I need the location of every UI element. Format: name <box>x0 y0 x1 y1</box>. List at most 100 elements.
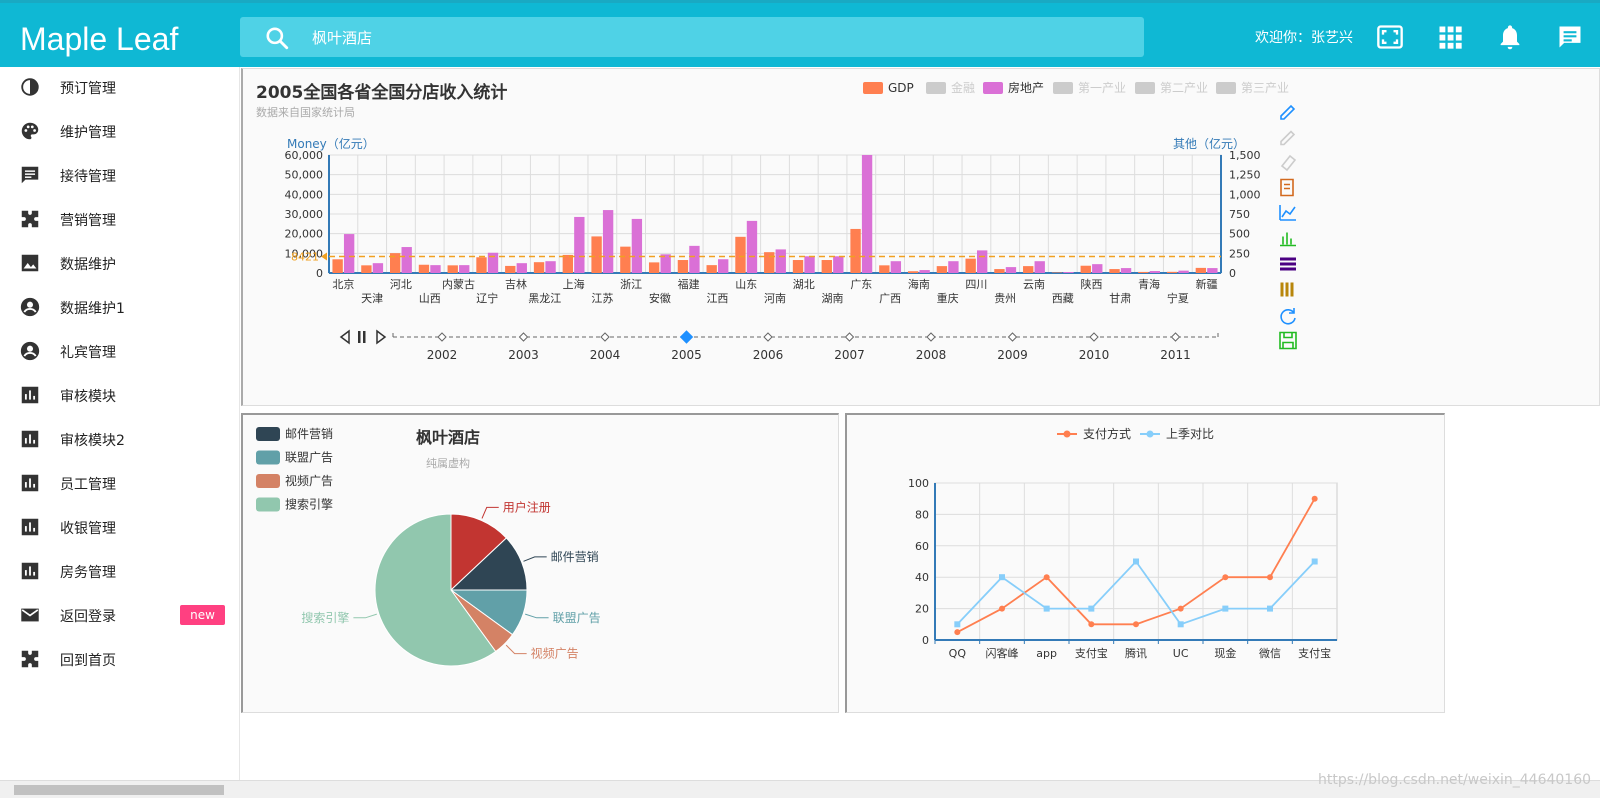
sidebar-item-cashier[interactable]: 收银管理 <box>0 507 240 547</box>
bar-GDP <box>965 258 976 273</box>
chart-toolbox[interactable] <box>1279 104 1297 350</box>
bar-房地产 <box>804 256 815 273</box>
sidebar-item-label: 接待管理 <box>60 169 116 185</box>
y-tick-label: 60,000 <box>285 149 324 162</box>
sidebar-item-back-to-login[interactable]: 返回登录 new <box>0 595 240 635</box>
sidebar-item-label: 员工管理 <box>60 477 116 493</box>
bar-房地产 <box>545 261 556 273</box>
line-point <box>1222 605 1229 612</box>
legend-label: 视频广告 <box>285 473 333 488</box>
legend-label: 金融 <box>951 80 975 95</box>
x-tick-label: 贵州 <box>994 292 1016 305</box>
bar-GDP <box>505 265 516 273</box>
x-tick-label: 湖北 <box>793 278 815 291</box>
legend-label: 第三产业 <box>1241 81 1289 95</box>
sidebar-item-staff[interactable]: 员工管理 <box>0 463 240 503</box>
sidebar-item-data-maintenance[interactable]: 数据维护 <box>0 243 240 283</box>
line-point <box>1222 574 1229 581</box>
sidebar-item-marketing[interactable]: 营销管理 <box>0 199 240 239</box>
bar-房地产 <box>574 216 585 273</box>
line-point <box>1043 605 1050 612</box>
pie-label: 视频广告 <box>531 646 579 661</box>
search-input[interactable]: 枫叶酒店 <box>312 27 372 48</box>
pie-label: 邮件营销 <box>551 550 599 564</box>
sidebar-item-concierge[interactable]: 礼宾管理 <box>0 331 240 371</box>
pie-chart[interactable]: 邮件营销联盟广告视频广告搜索引擎 枫叶酒店 纯属虚构 用户注册邮件营销联盟广告视… <box>243 415 839 713</box>
legend-label: 搜索引擎 <box>285 497 333 512</box>
bar-房地产 <box>343 234 355 273</box>
x-tick-label: 河南 <box>764 292 786 305</box>
timeline-point <box>1089 332 1099 342</box>
sidebar-item-housekeeping[interactable]: 房务管理 <box>0 551 240 591</box>
bar-GDP <box>332 259 343 273</box>
y-tick-label: 0 <box>316 267 323 280</box>
legend-marker <box>1063 430 1071 438</box>
bar-GDP <box>1195 267 1207 273</box>
timeline[interactable]: 2002 2003 2004 2005 2006 2007 2008 2009 2010 2011 <box>339 329 1219 362</box>
bar-房地产 <box>833 256 844 273</box>
bar-GDP <box>361 265 372 273</box>
sidebar-item-audit-2[interactable]: 审核模块2 <box>0 419 240 459</box>
bar-GDP <box>1138 271 1149 273</box>
pie-label-line <box>353 613 377 619</box>
mail-icon <box>21 608 39 622</box>
search-box[interactable]: 枫叶酒店 <box>240 17 1144 57</box>
bar-GDP <box>792 260 804 273</box>
bar-房地产 <box>1120 268 1132 273</box>
x-tick-label: 陕西 <box>1081 277 1103 291</box>
x-tick-label: 重庆 <box>937 291 959 305</box>
legend-swatch <box>256 427 280 441</box>
income-bar-chart-panel: 2005全国各省全国分店收入统计 数据来自国家统计局 GDP 金融 房地产 第一产业 第… <box>241 68 1600 406</box>
x-tick-label: 河北 <box>390 278 412 291</box>
x-tick-label: 上海 <box>563 277 585 291</box>
apps-grid-icon[interactable] <box>1436 23 1464 51</box>
sidebar-item-reception[interactable]: 接待管理 <box>0 155 240 195</box>
bell-icon[interactable] <box>1496 23 1524 51</box>
sidebar-item-audit[interactable]: 审核模块 <box>0 375 240 415</box>
timeline-year: 2009 <box>997 348 1028 362</box>
y-right-tick-label: 1,250 <box>1229 169 1261 182</box>
image-icon <box>21 254 39 272</box>
sidebar-item-data-maintenance-1[interactable]: 数据维护1 <box>0 287 240 327</box>
bar-房地产 <box>516 263 527 273</box>
chart-subtitle: 数据来自国家统计局 <box>256 105 355 119</box>
bar-GDP <box>907 271 919 273</box>
fullscreen-icon[interactable] <box>1376 23 1404 51</box>
legend-swatch <box>256 474 280 488</box>
sidebar-item-booking[interactable]: 预订管理 <box>0 67 240 107</box>
legend-label: 第一产业 <box>1078 81 1126 95</box>
brand-logo[interactable]: Maple Leaf <box>20 21 178 58</box>
bar-chart-icon <box>21 430 39 448</box>
sidebar-item-home[interactable]: 回到首页 <box>0 639 240 679</box>
mark-undo-icon <box>1280 130 1296 146</box>
x-tick-label: 吉林 <box>505 277 527 291</box>
bar-房地产 <box>718 259 729 273</box>
sidebar: 预订管理 维护管理 接待管理 营销管理 数据维护 数据维护1 礼宾管理 审核模块… <box>0 67 240 798</box>
legend-label: 支付方式 <box>1083 426 1131 441</box>
line-point <box>1267 574 1273 581</box>
pie-title: 枫叶酒店 <box>416 428 480 447</box>
message-icon[interactable] <box>1556 23 1584 51</box>
x-tick-label: 云南 <box>1023 278 1045 291</box>
bar-房地产 <box>602 210 614 273</box>
scrollbar-thumb[interactable] <box>14 785 224 795</box>
timeline-year: 2004 <box>590 348 621 362</box>
x-tick-label: UC <box>1173 647 1189 660</box>
pie-plot-area: 用户注册邮件营销联盟广告视频广告 搜索引擎 <box>301 499 601 667</box>
timeline-point <box>679 330 694 344</box>
sidebar-item-label: 预订管理 <box>60 81 116 97</box>
bar-房地产 <box>1178 270 1189 273</box>
sidebar-item-maintenance[interactable]: 维护管理 <box>0 111 240 151</box>
bar-房地产 <box>919 270 930 273</box>
line-point <box>1133 558 1139 565</box>
legend-swatch <box>863 82 883 94</box>
timeline-year: 2010 <box>1079 348 1110 362</box>
x-tick-label: 四川 <box>965 278 987 291</box>
legend-label: 房地产 <box>1008 80 1044 95</box>
income-bar-chart[interactable]: 2005全国各省全国分店收入统计 数据来自国家统计局 GDP 金融 房地产 第一产业 第… <box>243 69 1600 405</box>
legend-label: 上季对比 <box>1166 427 1214 441</box>
line-chart[interactable]: 支付方式 上季对比 0 20 40 60 80 100 QQ 闪客峰 app 支付宝 腾讯 UC 现金 微信… <box>847 415 1445 713</box>
search-icon[interactable] <box>264 25 290 51</box>
legend-swatch <box>1135 82 1155 94</box>
welcome-user[interactable]: 欢迎你：张艺兴 <box>1255 27 1353 47</box>
